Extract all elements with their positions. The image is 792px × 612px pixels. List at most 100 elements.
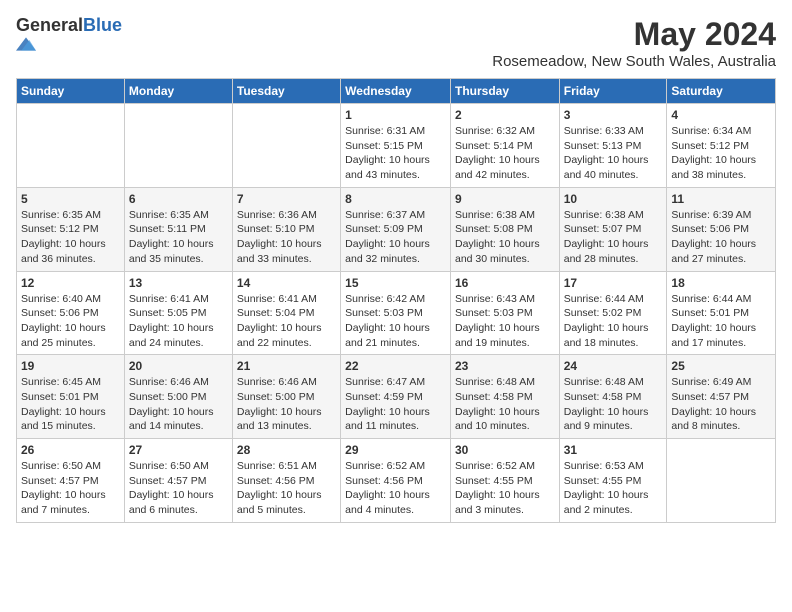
day-number: 18 bbox=[671, 276, 771, 290]
day-number: 8 bbox=[345, 192, 446, 206]
day-number: 24 bbox=[564, 359, 663, 373]
day-number: 11 bbox=[671, 192, 771, 206]
day-cell: 26Sunrise: 6:50 AM Sunset: 4:57 PM Dayli… bbox=[17, 439, 125, 523]
day-number: 5 bbox=[21, 192, 120, 206]
day-info: Sunrise: 6:45 AM Sunset: 5:01 PM Dayligh… bbox=[21, 375, 120, 434]
day-info: Sunrise: 6:31 AM Sunset: 5:15 PM Dayligh… bbox=[345, 124, 446, 183]
header-cell-wednesday: Wednesday bbox=[341, 79, 451, 104]
day-info: Sunrise: 6:35 AM Sunset: 5:12 PM Dayligh… bbox=[21, 208, 120, 267]
day-cell: 20 Sunrise: 6:46 AM Sunset: 5:00 PM Dayli… bbox=[124, 355, 232, 439]
day-cell: 22Sunrise: 6:47 AM Sunset: 4:59 PM Dayli… bbox=[341, 355, 451, 439]
day-cell: 6 Sunrise: 6:35 AM Sunset: 5:11 PM Daylig… bbox=[124, 187, 232, 271]
day-info: Sunrise: 6:51 AM Sunset: 4:56 PM Dayligh… bbox=[237, 459, 336, 518]
day-number: 12 bbox=[21, 276, 120, 290]
day-cell: 27 Sunrise: 6:50 AM Sunset: 4:57 PM Dayli… bbox=[124, 439, 232, 523]
day-cell: 15 Sunrise: 6:42 AM Sunset: 5:03 PM Dayli… bbox=[341, 271, 451, 355]
day-cell: 14 Sunrise: 6:41 AM Sunset: 5:04 PM Dayli… bbox=[232, 271, 340, 355]
month-year: May 2024 bbox=[492, 16, 776, 53]
day-info: Sunrise: 6:38 AM Sunset: 5:08 PM Dayligh… bbox=[455, 208, 555, 267]
day-cell: 29Sunrise: 6:52 AM Sunset: 4:56 PM Dayli… bbox=[341, 439, 451, 523]
day-number: 27 bbox=[129, 443, 228, 457]
day-cell: 7 Sunrise: 6:36 AM Sunset: 5:10 PM Daylig… bbox=[232, 187, 340, 271]
day-info: Sunrise: 6:44 AM Sunset: 5:02 PM Dayligh… bbox=[564, 292, 663, 351]
day-cell: 9 Sunrise: 6:38 AM Sunset: 5:08 PM Daylig… bbox=[450, 187, 559, 271]
day-info: Sunrise: 6:36 AM Sunset: 5:10 PM Dayligh… bbox=[237, 208, 336, 267]
day-cell bbox=[667, 439, 776, 523]
day-cell: 8 Sunrise: 6:37 AM Sunset: 5:09 PM Daylig… bbox=[341, 187, 451, 271]
day-number: 7 bbox=[237, 192, 336, 206]
day-number: 13 bbox=[129, 276, 228, 290]
day-number: 15 bbox=[345, 276, 446, 290]
day-cell: 30Sunrise: 6:52 AM Sunset: 4:55 PM Dayli… bbox=[450, 439, 559, 523]
day-number: 23 bbox=[455, 359, 555, 373]
day-info: Sunrise: 6:52 AM Sunset: 4:56 PM Dayligh… bbox=[345, 459, 446, 518]
day-cell: 1Sunrise: 6:31 AM Sunset: 5:15 PM Daylig… bbox=[341, 104, 451, 188]
day-cell: 3 Sunrise: 6:33 AM Sunset: 5:13 PM Daylig… bbox=[559, 104, 667, 188]
day-number: 3 bbox=[564, 108, 663, 122]
day-number: 30 bbox=[455, 443, 555, 457]
day-info: Sunrise: 6:39 AM Sunset: 5:06 PM Dayligh… bbox=[671, 208, 771, 267]
day-cell: 18 Sunrise: 6:44 AM Sunset: 5:01 PM Dayli… bbox=[667, 271, 776, 355]
day-cell: 4Sunrise: 6:34 AM Sunset: 5:12 PM Daylig… bbox=[667, 104, 776, 188]
day-info: Sunrise: 6:38 AM Sunset: 5:07 PM Dayligh… bbox=[564, 208, 663, 267]
day-cell: 31 Sunrise: 6:53 AM Sunset: 4:55 PM Dayli… bbox=[559, 439, 667, 523]
header: GeneralBlue May 2024 Rosemeadow, New Sou… bbox=[16, 16, 776, 70]
day-info: Sunrise: 6:33 AM Sunset: 5:13 PM Dayligh… bbox=[564, 124, 663, 183]
day-cell: 21Sunrise: 6:46 AM Sunset: 5:00 PM Dayli… bbox=[232, 355, 340, 439]
logo-general: General bbox=[16, 15, 83, 35]
day-info: Sunrise: 6:46 AM Sunset: 5:00 PM Dayligh… bbox=[237, 375, 336, 434]
header-cell-thursday: Thursday bbox=[450, 79, 559, 104]
day-cell: 17 Sunrise: 6:44 AM Sunset: 5:02 PM Dayli… bbox=[559, 271, 667, 355]
day-cell: 12 Sunrise: 6:40 AM Sunset: 5:06 PM Dayli… bbox=[17, 271, 125, 355]
header-row: SundayMondayTuesdayWednesdayThursdayFrid… bbox=[17, 79, 776, 104]
header-cell-sunday: Sunday bbox=[17, 79, 125, 104]
day-number: 2 bbox=[455, 108, 555, 122]
day-info: Sunrise: 6:48 AM Sunset: 4:58 PM Dayligh… bbox=[564, 375, 663, 434]
day-cell bbox=[17, 104, 125, 188]
day-number: 19 bbox=[21, 359, 120, 373]
header-cell-saturday: Saturday bbox=[667, 79, 776, 104]
week-row-4: 19 Sunrise: 6:45 AM Sunset: 5:01 PM Dayli… bbox=[17, 355, 776, 439]
day-cell: 5 Sunrise: 6:35 AM Sunset: 5:12 PM Daylig… bbox=[17, 187, 125, 271]
day-info: Sunrise: 6:37 AM Sunset: 5:09 PM Dayligh… bbox=[345, 208, 446, 267]
day-cell: 2 Sunrise: 6:32 AM Sunset: 5:14 PM Daylig… bbox=[450, 104, 559, 188]
day-number: 14 bbox=[237, 276, 336, 290]
day-cell: 23 Sunrise: 6:48 AM Sunset: 4:58 PM Dayli… bbox=[450, 355, 559, 439]
day-info: Sunrise: 6:32 AM Sunset: 5:14 PM Dayligh… bbox=[455, 124, 555, 183]
day-info: Sunrise: 6:53 AM Sunset: 4:55 PM Dayligh… bbox=[564, 459, 663, 518]
day-info: Sunrise: 6:41 AM Sunset: 5:04 PM Dayligh… bbox=[237, 292, 336, 351]
day-number: 20 bbox=[129, 359, 228, 373]
day-info: Sunrise: 6:50 AM Sunset: 4:57 PM Dayligh… bbox=[21, 459, 120, 518]
day-cell: 13 Sunrise: 6:41 AM Sunset: 5:05 PM Dayli… bbox=[124, 271, 232, 355]
day-number: 22 bbox=[345, 359, 446, 373]
day-cell: 19 Sunrise: 6:45 AM Sunset: 5:01 PM Dayli… bbox=[17, 355, 125, 439]
week-row-5: 26Sunrise: 6:50 AM Sunset: 4:57 PM Dayli… bbox=[17, 439, 776, 523]
day-cell bbox=[232, 104, 340, 188]
day-number: 4 bbox=[671, 108, 771, 122]
day-info: Sunrise: 6:46 AM Sunset: 5:00 PM Dayligh… bbox=[129, 375, 228, 434]
day-number: 31 bbox=[564, 443, 663, 457]
day-cell: 28Sunrise: 6:51 AM Sunset: 4:56 PM Dayli… bbox=[232, 439, 340, 523]
week-row-3: 12 Sunrise: 6:40 AM Sunset: 5:06 PM Dayli… bbox=[17, 271, 776, 355]
day-cell bbox=[124, 104, 232, 188]
day-info: Sunrise: 6:44 AM Sunset: 5:01 PM Dayligh… bbox=[671, 292, 771, 351]
day-number: 25 bbox=[671, 359, 771, 373]
day-info: Sunrise: 6:41 AM Sunset: 5:05 PM Dayligh… bbox=[129, 292, 228, 351]
logo: GeneralBlue bbox=[16, 16, 122, 54]
day-number: 6 bbox=[129, 192, 228, 206]
day-info: Sunrise: 6:40 AM Sunset: 5:06 PM Dayligh… bbox=[21, 292, 120, 351]
header-cell-friday: Friday bbox=[559, 79, 667, 104]
day-cell: 24 Sunrise: 6:48 AM Sunset: 4:58 PM Dayli… bbox=[559, 355, 667, 439]
title-area: May 2024 Rosemeadow, New South Wales, Au… bbox=[492, 16, 776, 70]
day-info: Sunrise: 6:48 AM Sunset: 4:58 PM Dayligh… bbox=[455, 375, 555, 434]
day-number: 17 bbox=[564, 276, 663, 290]
day-number: 9 bbox=[455, 192, 555, 206]
day-cell: 16Sunrise: 6:43 AM Sunset: 5:03 PM Dayli… bbox=[450, 271, 559, 355]
day-info: Sunrise: 6:35 AM Sunset: 5:11 PM Dayligh… bbox=[129, 208, 228, 267]
logo-blue: Blue bbox=[83, 15, 122, 35]
location: Rosemeadow, New South Wales, Australia bbox=[492, 53, 776, 70]
day-info: Sunrise: 6:50 AM Sunset: 4:57 PM Dayligh… bbox=[129, 459, 228, 518]
day-number: 16 bbox=[455, 276, 555, 290]
day-info: Sunrise: 6:42 AM Sunset: 5:03 PM Dayligh… bbox=[345, 292, 446, 351]
logo-icon bbox=[16, 34, 36, 54]
